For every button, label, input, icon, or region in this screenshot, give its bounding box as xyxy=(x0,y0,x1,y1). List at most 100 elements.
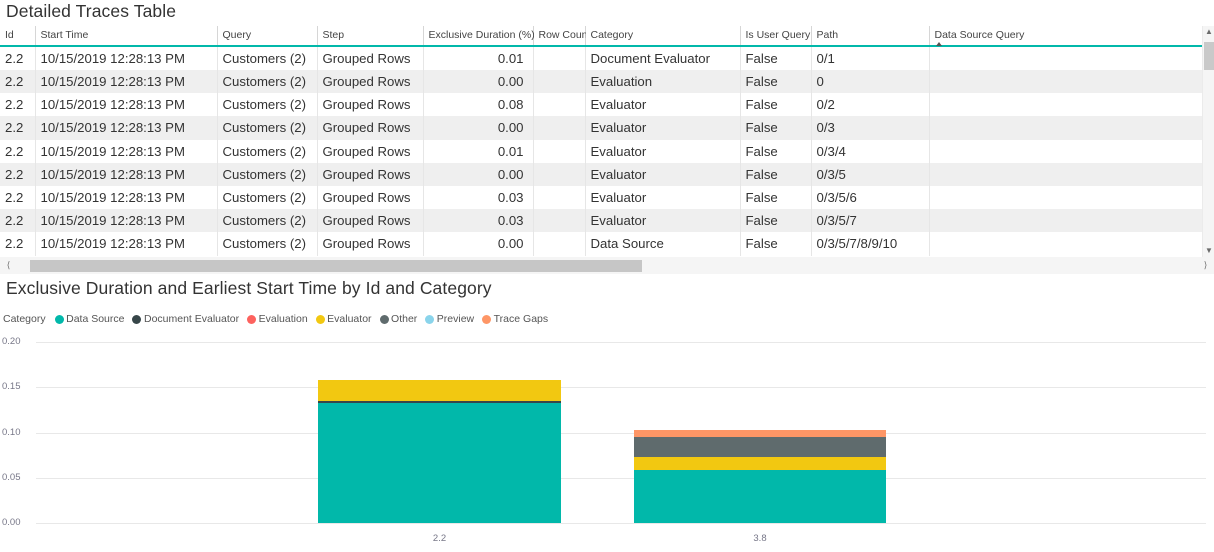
legend-item-evaluation[interactable]: Evaluation xyxy=(247,313,308,325)
legend-item-evaluator[interactable]: Evaluator xyxy=(316,313,372,325)
scroll-right-icon[interactable]: ⟩ xyxy=(1197,257,1214,274)
table-cell-id: 2.2 xyxy=(0,116,35,139)
table-horizontal-scrollbar[interactable]: ⟨ ⟩ xyxy=(0,257,1214,274)
table-cell-category: Document Evaluator xyxy=(585,46,740,70)
table-row[interactable]: 2.210/15/2019 12:28:13 PMCustomers (2)Gr… xyxy=(0,209,1203,232)
table-cell-dsq xyxy=(929,186,1203,209)
table-cell-step: Grouped Rows xyxy=(317,93,423,116)
table-cell-query: Customers (2) xyxy=(217,46,317,70)
table-vertical-scrollbar[interactable]: ▲ ▼ xyxy=(1202,26,1214,257)
scroll-up-icon[interactable]: ▲ xyxy=(1203,26,1214,38)
legend-item-preview[interactable]: Preview xyxy=(425,313,474,325)
legend-item-data-source[interactable]: Data Source xyxy=(55,313,125,325)
bar-segment-document-evaluator[interactable] xyxy=(318,401,561,403)
legend-item-label: Evaluator xyxy=(327,313,371,325)
bar-segment-other[interactable] xyxy=(634,437,886,457)
legend-item-trace-gaps[interactable]: Trace Gaps xyxy=(482,313,548,325)
column-header-row-count[interactable]: Row Count xyxy=(533,26,585,46)
legend-item-label: Preview xyxy=(437,313,474,325)
column-header-step[interactable]: Step xyxy=(317,26,423,46)
table-cell-path: 0/3/4 xyxy=(811,140,929,163)
column-header-data-source-query[interactable]: Data Source Query xyxy=(929,26,1203,46)
vertical-scrollbar-thumb[interactable] xyxy=(1204,42,1214,70)
column-header-path[interactable]: Path xyxy=(811,26,929,46)
bar-segment-evaluator[interactable] xyxy=(318,380,561,402)
table-cell-start: 10/15/2019 12:28:13 PM xyxy=(35,209,217,232)
column-header-label: Id xyxy=(5,29,14,41)
chart-gridline xyxy=(36,478,1206,479)
legend-swatch-icon xyxy=(132,315,141,324)
table-cell-id: 2.2 xyxy=(0,70,35,93)
column-header-start-time[interactable]: Start Time xyxy=(35,26,217,46)
report-page: Detailed Traces Table Id Start Time Quer… xyxy=(0,0,1214,552)
table-row[interactable]: 2.210/15/2019 12:28:13 PMCustomers (2)Gr… xyxy=(0,163,1203,186)
y-axis-tick-label: 0.05 xyxy=(2,472,32,483)
table-cell-category: Evaluation xyxy=(585,70,740,93)
table-cell-id: 2.2 xyxy=(0,232,35,255)
column-header-label: Step xyxy=(323,29,345,41)
horizontal-scrollbar-thumb[interactable] xyxy=(30,260,642,272)
table-row[interactable]: 2.210/15/2019 12:28:13 PMCustomers (2)Gr… xyxy=(0,232,1203,255)
table-cell-path: 0/3 xyxy=(811,116,929,139)
table-row[interactable]: 2.210/15/2019 12:28:13 PMCustomers (2)Gr… xyxy=(0,116,1203,139)
table-cell-dsq xyxy=(929,163,1203,186)
table-row[interactable]: 2.210/15/2019 12:28:13 PMCustomers (2)Gr… xyxy=(0,140,1203,163)
table-cell-rowcount xyxy=(533,140,585,163)
bar-segment-trace-gaps[interactable] xyxy=(634,430,886,437)
legend-swatch-icon xyxy=(425,315,434,324)
table-cell-rowcount xyxy=(533,116,585,139)
table-cell-dsq xyxy=(929,93,1203,116)
legend-item-label: Other xyxy=(391,313,417,325)
column-header-is-user-query[interactable]: Is User Query xyxy=(740,26,811,46)
table-cell-isuser: False xyxy=(740,163,811,186)
table-cell-path: 0/1 xyxy=(811,46,929,70)
table-cell-isuser: False xyxy=(740,46,811,70)
column-header-label: Category xyxy=(591,29,634,41)
table-cell-start: 10/15/2019 12:28:13 PM xyxy=(35,46,217,70)
bar-segment-data-source[interactable] xyxy=(634,470,886,523)
chart-bar-2.2[interactable] xyxy=(318,380,561,523)
table-cell-category: Evaluator xyxy=(585,116,740,139)
table-cell-start: 10/15/2019 12:28:13 PM xyxy=(35,186,217,209)
table-cell-category: Evaluator xyxy=(585,140,740,163)
column-header-label: Start Time xyxy=(41,29,89,41)
table-cell-isuser: False xyxy=(740,140,811,163)
scroll-down-icon[interactable]: ▼ xyxy=(1203,245,1214,257)
table-cell-duration: 0.08 xyxy=(423,93,533,116)
column-header-exclusive-duration[interactable]: Exclusive Duration (%) xyxy=(423,26,533,46)
table-row[interactable]: 2.210/15/2019 12:28:13 PMCustomers (2)Gr… xyxy=(0,186,1203,209)
table-cell-rowcount xyxy=(533,46,585,70)
table-cell-step: Grouped Rows xyxy=(317,163,423,186)
table-cell-isuser: False xyxy=(740,116,811,139)
column-header-category[interactable]: Category xyxy=(585,26,740,46)
table-cell-step: Grouped Rows xyxy=(317,186,423,209)
table-cell-id: 2.2 xyxy=(0,93,35,116)
table-cell-query: Customers (2) xyxy=(217,232,317,255)
table-cell-duration: 0.01 xyxy=(423,46,533,70)
legend-swatch-icon xyxy=(247,315,256,324)
legend-item-document-evaluator[interactable]: Document Evaluator xyxy=(132,313,239,325)
table-cell-id: 2.2 xyxy=(0,163,35,186)
table-row[interactable]: 2.210/15/2019 12:28:13 PMCustomers (2)Gr… xyxy=(0,70,1203,93)
table-cell-query: Customers (2) xyxy=(217,93,317,116)
column-header-query[interactable]: Query xyxy=(217,26,317,46)
chart-bar-3.8[interactable] xyxy=(634,430,886,523)
bar-segment-data-source[interactable] xyxy=(318,403,561,523)
table-cell-path: 0/3/5/7 xyxy=(811,209,929,232)
bar-segment-evaluator[interactable] xyxy=(634,457,886,470)
legend-item-other[interactable]: Other xyxy=(380,313,418,325)
chart-gridline xyxy=(36,342,1206,343)
table-cell-category: Evaluator xyxy=(585,163,740,186)
x-axis-tick-label: 3.8 xyxy=(634,533,886,544)
table-row[interactable]: 2.210/15/2019 12:28:13 PMCustomers (2)Gr… xyxy=(0,46,1203,70)
table-cell-isuser: False xyxy=(740,209,811,232)
table-cell-isuser: False xyxy=(740,232,811,255)
table-row[interactable]: 2.210/15/2019 12:28:13 PMCustomers (2)Gr… xyxy=(0,93,1203,116)
table-cell-step: Grouped Rows xyxy=(317,116,423,139)
table-cell-query: Customers (2) xyxy=(217,186,317,209)
scroll-left-icon[interactable]: ⟨ xyxy=(0,257,17,274)
x-axis-tick-label: 2.2 xyxy=(318,533,561,544)
column-header-id[interactable]: Id xyxy=(0,26,35,46)
table-cell-isuser: False xyxy=(740,93,811,116)
table-cell-dsq xyxy=(929,140,1203,163)
